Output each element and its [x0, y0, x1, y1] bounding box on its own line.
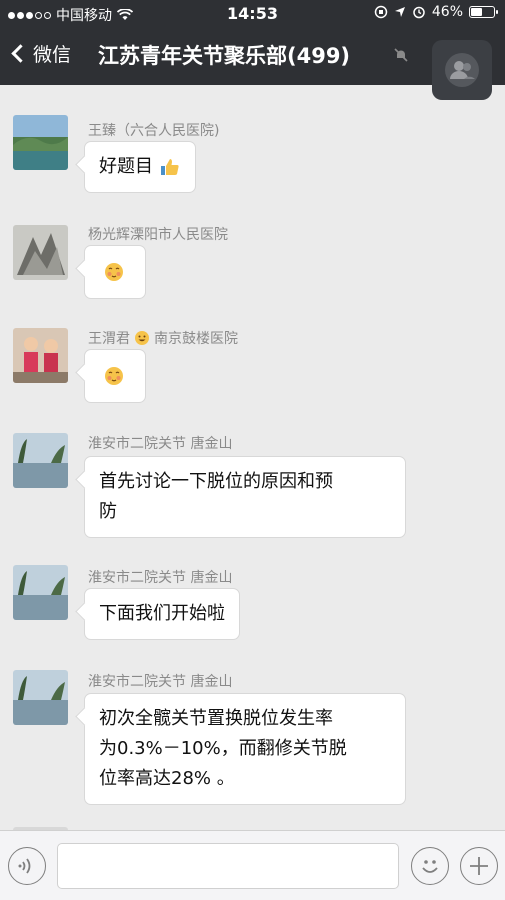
message-line: 位率高达28% 。 — [99, 768, 235, 789]
voice-icon — [18, 858, 31, 874]
avatar[interactable] — [13, 225, 68, 280]
message-line: 初次全髋关节置换脱位发生率 — [99, 708, 333, 729]
emoji-shy-icon — [105, 367, 123, 385]
message-bubble[interactable]: 下面我们开始啦 — [84, 588, 240, 640]
status-right: 46% — [374, 4, 498, 20]
message-line: 防 — [99, 501, 117, 522]
avatar[interactable] — [13, 328, 68, 383]
chat-messages[interactable]: 王臻（六合人民医院) 好题目 杨光辉溧阳市人民医院 王渭君 南京鼓楼医院 淮安市… — [0, 85, 505, 830]
message-line: 首先讨论一下脱位的原因和预 — [99, 471, 333, 492]
avatar[interactable] — [13, 433, 68, 488]
chevron-left-icon — [11, 44, 30, 63]
message-bubble[interactable] — [84, 349, 146, 403]
battery-percent: 46% — [431, 4, 463, 20]
message-text: 好题目 — [99, 156, 153, 177]
emoji-icon — [422, 860, 438, 873]
sender-name: 淮安市二院关节 唐金山 — [88, 674, 233, 690]
message-input[interactable] — [57, 843, 399, 889]
sender-name-suffix: 南京鼓楼医院 — [154, 331, 238, 347]
smiley-icon — [135, 331, 149, 345]
top-bar: 中国移动 14:53 46% 微信 江苏青年关节聚乐部(499) — [0, 0, 505, 100]
emoji-button[interactable] — [411, 847, 449, 885]
battery-icon — [469, 6, 498, 18]
nav-bar: 微信 江苏青年关节聚乐部(499) — [0, 28, 505, 100]
group-members-icon — [445, 53, 479, 87]
avatar[interactable] — [13, 670, 68, 725]
sender-name: 杨光辉溧阳市人民医院 — [88, 227, 228, 243]
message-bubble[interactable]: 初次全髋关节置换脱位发生率 为0.3%－10%，而翻修关节脱 位率高达28% 。 — [84, 693, 406, 805]
plus-button[interactable] — [460, 847, 498, 885]
back-button[interactable]: 微信 — [8, 40, 71, 67]
status-bar: 中国移动 14:53 46% — [0, 0, 505, 28]
thumbs-up-icon — [160, 159, 179, 175]
sender-name: 淮安市二院关节 唐金山 — [88, 570, 233, 586]
sender-name: 淮安市二院关节 唐金山 — [88, 436, 233, 452]
avatar[interactable] — [13, 565, 68, 620]
message-text: 下面我们开始啦 — [99, 603, 225, 624]
sender-name-row: 王渭君 南京鼓楼医院 — [88, 328, 238, 348]
back-label: 微信 — [33, 44, 72, 66]
emoji-shy-icon — [105, 263, 123, 281]
message-bubble[interactable]: 首先讨论一下脱位的原因和预 防 — [84, 456, 406, 538]
message-line: 为0.3%－10%，而翻修关节脱 — [99, 738, 347, 759]
mute-bell-icon — [394, 48, 408, 62]
message-bubble[interactable] — [84, 245, 146, 299]
chat-title: 江苏青年关节聚乐部(499) — [98, 44, 351, 68]
sender-name: 王渭君 — [88, 331, 130, 347]
location-icon — [394, 7, 405, 17]
alarm-icon — [413, 6, 425, 19]
orientation-lock-icon — [374, 5, 388, 19]
plus-icon — [470, 857, 488, 875]
input-bar — [0, 830, 505, 900]
message-bubble[interactable]: 好题目 — [84, 141, 196, 193]
avatar[interactable] — [13, 115, 68, 170]
sender-name: 王臻（六合人民医院) — [88, 123, 220, 139]
voice-button[interactable] — [8, 847, 46, 885]
